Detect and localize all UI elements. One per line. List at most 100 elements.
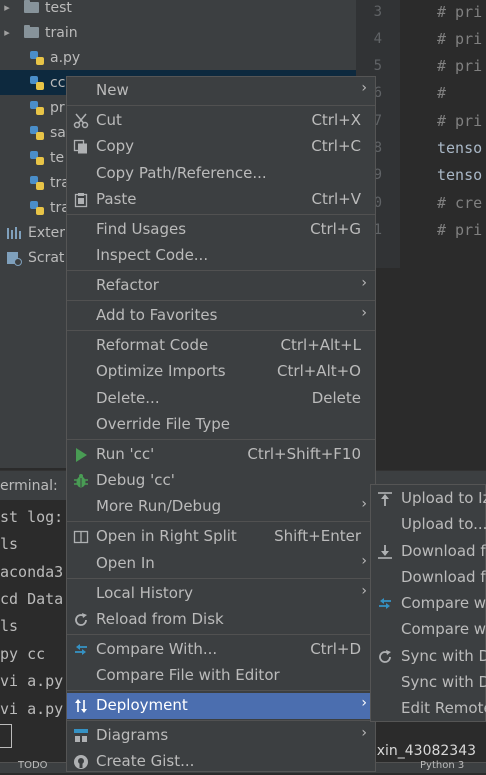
submenu-item-sync-with[interactable]: Sync with D [371,670,486,696]
menu-item-inspect-code[interactable]: Inspect Code... [67,243,375,269]
menu-item-label: Refactor [96,276,159,294]
todo-tab[interactable]: TODO [18,761,48,771]
menu-item-copy[interactable]: Copy Ctrl+C [67,134,375,160]
menu-item-label: Delete... [96,389,160,407]
menu-item-shortcut: Ctrl+X [311,111,361,129]
menu-item-open-right-split[interactable]: Open in Right Split Shift+Enter [67,524,375,550]
submenu-item-label: Download fr [401,568,486,586]
submenu-arrow-icon: › [361,583,367,599]
deployment-submenu: Upload to Iz Upload to... Download fr Do… [370,484,486,722]
menu-item-add-to-favorites[interactable]: Add to Favorites › [67,303,375,329]
submenu-item-upload-to[interactable]: Upload to... [371,512,486,538]
submenu-arrow-icon: › [361,305,367,321]
submenu-item-sync-with-deployed[interactable]: Sync with D [371,644,486,670]
python-interpreter[interactable]: Python 3 [420,761,464,771]
submenu-item-label: Sync with D [401,647,486,665]
submenu-item-compare-with[interactable]: Compare wi [371,617,486,643]
terminal-line: st log: [0,508,64,526]
menu-item-debug[interactable]: Debug 'cc' [67,468,375,494]
scissors-icon [73,113,89,129]
menu-item-deployment[interactable]: Deployment › [67,693,375,719]
menu-item-delete[interactable]: Delete... Delete [67,386,375,412]
menu-item-label: New [96,81,129,99]
submenu-item-edit-remote[interactable]: Edit Remote [371,696,486,722]
menu-item-override-file-type[interactable]: Override File Type [67,412,375,438]
paste-icon [74,193,88,208]
expand-arrow-icon[interactable]: ▸ [0,1,14,14]
compare-icon [75,644,87,655]
menu-separator [67,270,375,271]
submenu-item-upload-to-server[interactable]: Upload to Iz [371,486,486,512]
menu-item-reload-from-disk[interactable]: Reload from Disk [67,607,375,633]
expand-arrow-icon[interactable]: ▸ [0,26,14,39]
menu-item-label: Compare With... [96,640,218,658]
menu-item-label: Deployment [96,696,188,714]
menu-item-optimize-imports[interactable]: Optimize Imports Ctrl+Alt+O [67,359,375,385]
menu-item-label: Open In [96,554,155,572]
code-line: # pri [437,112,483,130]
terminal-line: aconda3 [0,563,64,581]
submenu-item-label: Compare wi [401,594,486,612]
menu-item-label: Debug 'cc' [96,471,175,489]
menu-separator [67,330,375,331]
menu-item-label: More Run/Debug [96,497,222,515]
submenu-item-label: Edit Remote [401,699,486,717]
copy-icon [73,139,87,154]
menu-separator [67,578,375,579]
menu-item-diagrams[interactable]: Diagrams › [67,723,375,749]
tree-item-label: sa [50,124,66,141]
submenu-item-compare-with-deployed[interactable]: Compare wi [371,591,486,617]
menu-separator [67,439,375,440]
tree-item-label: train [45,24,78,41]
menu-item-label: Paste [96,190,137,208]
menu-item-shortcut: Delete [311,389,361,407]
menu-item-shortcut: Ctrl+Alt+O [277,362,361,380]
menu-item-label: Reload from Disk [96,610,224,628]
tree-item-file[interactable]: a.py [0,45,356,70]
python-file-icon [30,200,44,215]
menu-item-label: Copy [96,137,135,155]
tree-item-test[interactable]: ▸ test [0,0,356,20]
menu-item-open-in[interactable]: Open In › [67,551,375,577]
menu-item-label: Run 'cc' [96,445,155,463]
menu-item-copy-path[interactable]: Copy Path/Reference... [67,161,375,187]
code-line: # [437,84,447,102]
menu-item-compare-with[interactable]: Compare With... Ctrl+D [67,637,375,663]
menu-item-more-run-debug[interactable]: More Run/Debug › [67,494,375,520]
menu-item-shortcut: Ctrl+Alt+L [280,336,362,354]
submenu-arrow-icon: › [361,725,367,741]
menu-item-run[interactable]: Run 'cc' Ctrl+Shift+F10 [67,442,375,468]
menu-item-new[interactable]: New › [67,78,375,104]
line-number: 5 [373,58,382,74]
menu-item-label: Copy Path/Reference... [96,164,267,182]
terminal-title: erminal: [0,478,58,494]
line-number: 3 [373,4,382,20]
menu-separator [67,214,375,215]
menu-item-compare-file-editor[interactable]: Compare File with Editor [67,663,375,689]
menu-item-local-history[interactable]: Local History › [67,581,375,607]
menu-item-reformat-code[interactable]: Reformat Code Ctrl+Alt+L [67,333,375,359]
menu-separator [67,105,375,106]
code-editor[interactable]: # pri # pri # pri # # pri tenso tenso # … [400,0,486,268]
menu-item-label: Open in Right Split [96,527,237,545]
debug-icon [74,474,88,488]
folder-icon [24,0,39,13]
menu-item-create-gist[interactable]: Create Gist... [67,749,375,775]
code-line: # pri [437,57,483,75]
menu-item-label: Create Gist... [96,752,195,770]
menu-item-find-usages[interactable]: Find Usages Ctrl+G [67,217,375,243]
code-line: # cre [437,194,483,212]
submenu-item-download-from-server[interactable]: Download fr [371,539,486,565]
code-line: tenso [437,139,483,157]
tree-item-label: pr [50,99,65,116]
code-line: tenso [437,166,483,184]
menu-item-shortcut: Ctrl+D [310,640,361,658]
menu-item-refactor[interactable]: Refactor › [67,273,375,299]
menu-item-cut[interactable]: Cut Ctrl+X [67,108,375,134]
python-file-icon [30,150,44,165]
tree-item-train[interactable]: ▸ train [0,20,356,45]
menu-item-shortcut: Shift+Enter [274,527,361,545]
submenu-item-download-from[interactable]: Download fr [371,565,486,591]
menu-item-paste[interactable]: Paste Ctrl+V [67,187,375,213]
reload-icon [75,613,87,626]
